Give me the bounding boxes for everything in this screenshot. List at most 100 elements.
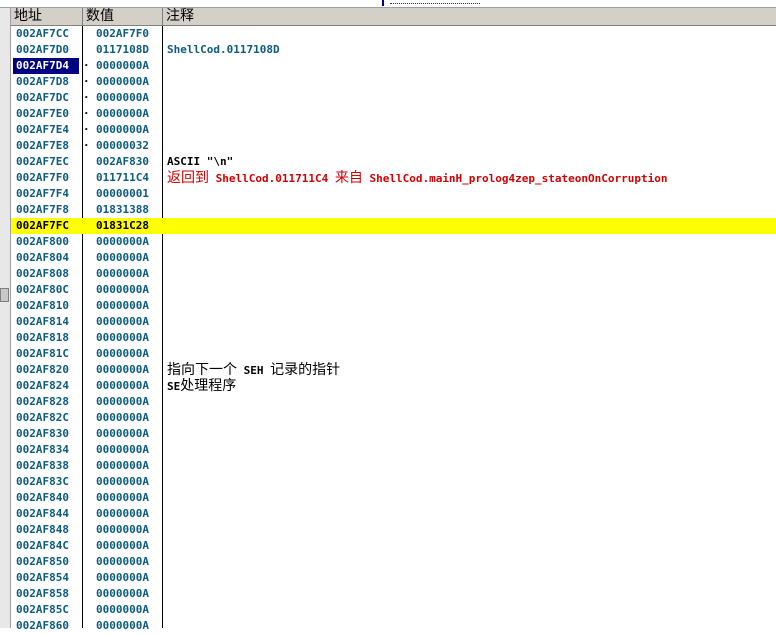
stack-row[interactable]: 002AF824 0000000A SE处理程序 bbox=[11, 378, 776, 394]
stack-address: 002AF824 bbox=[16, 379, 69, 392]
stack-value: 0000000A bbox=[96, 59, 149, 72]
stack-row[interactable]: 002AF7D4 · 0000000A bbox=[11, 58, 776, 74]
stack-value: 0000000A bbox=[96, 267, 149, 280]
stack-value: 0000000A bbox=[96, 331, 149, 344]
stack-value: 002AF830 bbox=[96, 155, 149, 168]
stack-row[interactable]: 002AF7DC · 0000000A bbox=[11, 90, 776, 106]
stack-value: 0000000A bbox=[96, 75, 149, 88]
header-address[interactable]: 地址 bbox=[11, 8, 83, 25]
row-marker: · bbox=[83, 59, 90, 72]
stack-row[interactable]: 002AF854 0000000A bbox=[11, 570, 776, 586]
stack-table: 002AF7CC 002AF7F0 002AF7D0 0117108D ShellCod… bbox=[11, 26, 776, 632]
stack-value: 011711C4 bbox=[96, 171, 149, 184]
stack-row[interactable]: 002AF7E8 · 00000032 bbox=[11, 138, 776, 154]
comment-segment: 返回到 bbox=[167, 170, 209, 186]
stack-value: 00000001 bbox=[96, 187, 149, 200]
stack-row[interactable]: 002AF7F4 00000001 bbox=[11, 186, 776, 202]
stack-row[interactable]: 002AF7EC 002AF830 ASCII "\n" bbox=[11, 154, 776, 170]
stack-value: 0000000A bbox=[96, 491, 149, 504]
header-value[interactable]: 数值 bbox=[83, 8, 163, 25]
stack-address: 002AF854 bbox=[16, 571, 69, 584]
stack-address: 002AF858 bbox=[16, 587, 69, 600]
stack-row[interactable]: 002AF7FC 01831C28 bbox=[11, 218, 776, 234]
stack-address: 002AF840 bbox=[16, 491, 69, 504]
top-window-strip bbox=[0, 0, 776, 8]
row-marker: · bbox=[83, 75, 90, 88]
stack-row[interactable]: 002AF82C 0000000A bbox=[11, 410, 776, 426]
stack-address: 002AF838 bbox=[16, 459, 69, 472]
stack-address: 002AF844 bbox=[16, 507, 69, 520]
stack-row[interactable]: 002AF808 0000000A bbox=[11, 266, 776, 282]
stack-comment: ASCII "\n" bbox=[167, 154, 233, 170]
stack-row[interactable]: 002AF828 0000000A bbox=[11, 394, 776, 410]
stack-row[interactable]: 002AF7F8 01831388 bbox=[11, 202, 776, 218]
scroll-thumb[interactable] bbox=[0, 288, 9, 302]
stack-row[interactable]: 002AF850 0000000A bbox=[11, 554, 776, 570]
stack-comment: 指向下一个 SEH 记录的指针 bbox=[167, 362, 340, 379]
stack-value: 0000000A bbox=[96, 443, 149, 456]
comment-segment: 处理程序 bbox=[180, 378, 237, 394]
stack-address: 002AF7DC bbox=[16, 91, 69, 104]
comment-segment: 记录的指针 bbox=[270, 362, 341, 378]
stack-row[interactable]: 002AF834 0000000A bbox=[11, 442, 776, 458]
stack-value: 0000000A bbox=[96, 523, 149, 536]
stack-value: 0000000A bbox=[96, 107, 149, 120]
header-comment[interactable]: 注释 bbox=[163, 8, 776, 25]
stack-row[interactable]: 002AF81C 0000000A bbox=[11, 346, 776, 362]
row-marker: · bbox=[83, 91, 90, 104]
stack-row[interactable]: 002AF858 0000000A bbox=[11, 586, 776, 602]
stack-row[interactable]: 002AF804 0000000A bbox=[11, 250, 776, 266]
stack-row[interactable]: 002AF810 0000000A bbox=[11, 298, 776, 314]
adjacent-pane-edge bbox=[382, 0, 776, 6]
stack-row[interactable]: 002AF80C 0000000A bbox=[11, 282, 776, 298]
stack-row[interactable]: 002AF84C 0000000A bbox=[11, 538, 776, 554]
stack-address: 002AF7D4 bbox=[13, 58, 79, 74]
stack-address: 002AF860 bbox=[16, 619, 69, 632]
stack-value: 0000000A bbox=[96, 315, 149, 328]
stack-address: 002AF80C bbox=[16, 283, 69, 296]
stack-value: 0000000A bbox=[96, 539, 149, 552]
stack-address: 002AF834 bbox=[16, 443, 69, 456]
stack-row[interactable]: 002AF7D0 0117108D ShellCod.0117108D bbox=[11, 42, 776, 58]
stack-value: 0000000A bbox=[96, 571, 149, 584]
stack-address: 002AF7D0 bbox=[16, 43, 69, 56]
row-marker: · bbox=[83, 139, 90, 152]
stack-row[interactable]: 002AF7E0 · 0000000A bbox=[11, 106, 776, 122]
comment-segment: ShellCod.mainH_prolog4zep_stateonOnCorru… bbox=[362, 172, 668, 185]
stack-row[interactable]: 002AF7CC 002AF7F0 bbox=[11, 26, 776, 42]
stack-row[interactable]: 002AF840 0000000A bbox=[11, 490, 776, 506]
stack-address: 002AF7F8 bbox=[16, 203, 69, 216]
stack-row[interactable]: 002AF820 0000000A 指向下一个 SEH 记录的指针 bbox=[11, 362, 776, 378]
comment-segment: ShellCod.0117108D bbox=[167, 43, 280, 56]
stack-address: 002AF7CC bbox=[16, 27, 69, 40]
stack-row[interactable]: 002AF830 0000000A bbox=[11, 426, 776, 442]
comment-segment: ShellCod.011711C4 bbox=[209, 172, 335, 185]
stack-comment: SE处理程序 bbox=[167, 378, 236, 395]
stack-row[interactable]: 002AF818 0000000A bbox=[11, 330, 776, 346]
stack-address: 002AF82C bbox=[16, 411, 69, 424]
stack-value: 0000000A bbox=[96, 395, 149, 408]
stack-address: 002AF830 bbox=[16, 427, 69, 440]
stack-value: 0000000A bbox=[96, 603, 149, 616]
stack-row[interactable]: 002AF844 0000000A bbox=[11, 506, 776, 522]
stack-row[interactable]: 002AF83C 0000000A bbox=[11, 474, 776, 490]
stack-row[interactable]: 002AF7F0 011711C4 返回到 ShellCod.011711C4 来自… bbox=[11, 170, 776, 186]
vertical-scrollbar[interactable] bbox=[0, 8, 11, 628]
stack-address: 002AF7D8 bbox=[16, 75, 69, 88]
stack-row[interactable]: 002AF860 0000000A bbox=[11, 618, 776, 634]
stack-value: 0000000A bbox=[96, 283, 149, 296]
stack-row[interactable]: 002AF7E4 · 0000000A bbox=[11, 122, 776, 138]
stack-value: 0000000A bbox=[96, 363, 149, 376]
stack-row[interactable]: 002AF800 0000000A bbox=[11, 234, 776, 250]
stack-row[interactable]: 002AF848 0000000A bbox=[11, 522, 776, 538]
stack-row[interactable]: 002AF85C 0000000A bbox=[11, 602, 776, 618]
stack-row[interactable]: 002AF814 0000000A bbox=[11, 314, 776, 330]
stack-value: 0000000A bbox=[96, 379, 149, 392]
stack-value: 0000000A bbox=[96, 587, 149, 600]
stack-row[interactable]: 002AF838 0000000A bbox=[11, 458, 776, 474]
stack-address: 002AF818 bbox=[16, 331, 69, 344]
stack-row[interactable]: 002AF7D8 · 0000000A bbox=[11, 74, 776, 90]
stack-address: 002AF800 bbox=[16, 235, 69, 248]
stack-value: 0000000A bbox=[96, 427, 149, 440]
stack-address: 002AF85C bbox=[16, 603, 69, 616]
